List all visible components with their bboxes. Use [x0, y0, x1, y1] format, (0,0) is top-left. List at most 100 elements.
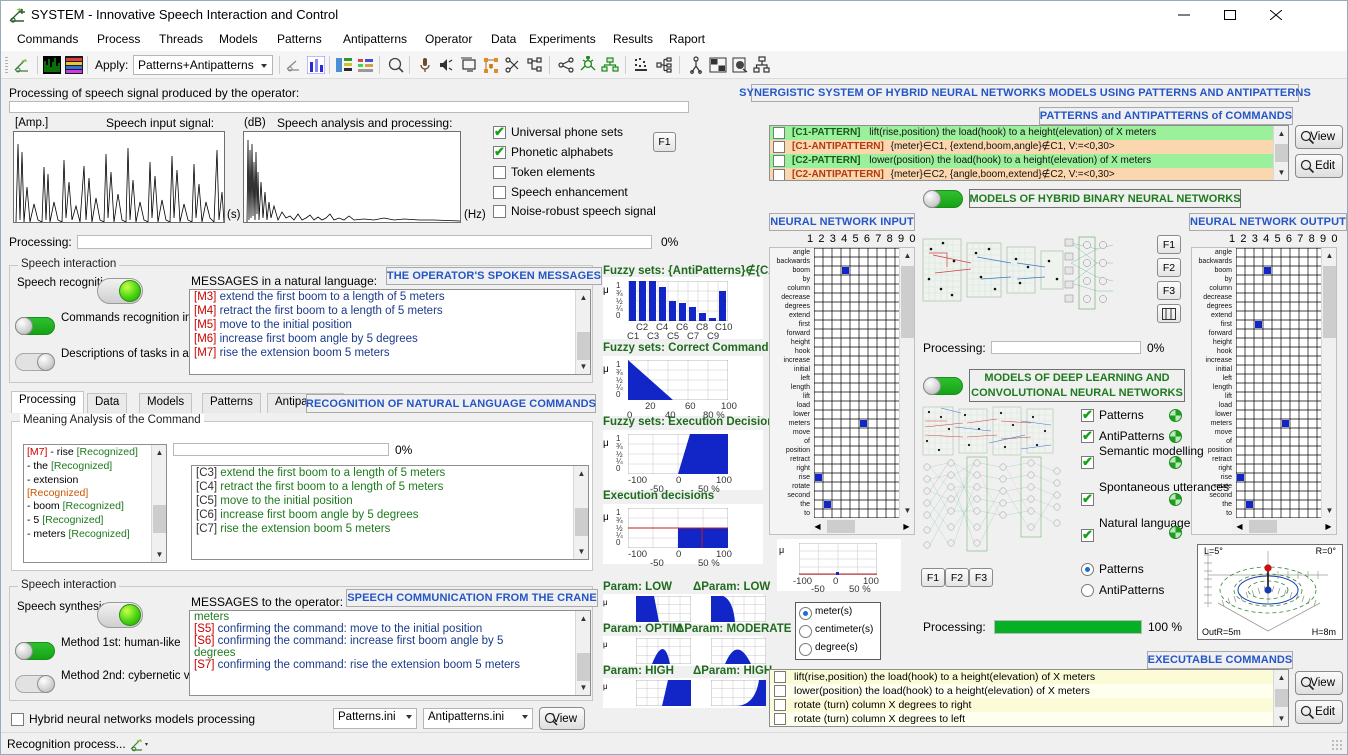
- menu-item-operator[interactable]: Operator: [419, 31, 478, 49]
- dl-natural-language-checkbox[interactable]: [1081, 527, 1094, 543]
- patterns-edit-button[interactable]: Edit: [1295, 154, 1343, 178]
- menu-item-models[interactable]: Models: [213, 31, 264, 49]
- resize-grip[interactable]: [1331, 739, 1343, 751]
- microphone-icon[interactable]: [416, 56, 434, 74]
- list-item[interactable]: [Recognized]: [24, 487, 166, 499]
- nn-input-grid-panel[interactable]: angle backwards boom by column decrease …: [769, 247, 915, 535]
- dl-spontaneous-utterances-checkbox[interactable]: [1081, 491, 1094, 507]
- scrollbar-vertical[interactable]: ▲ ▼: [151, 445, 166, 562]
- dl-patterns-checkbox[interactable]: [1081, 407, 1094, 423]
- list-item[interactable]: [M4] retract the first boom to a length …: [190, 304, 590, 318]
- list-item[interactable]: - meters [Recognized]: [24, 527, 166, 541]
- pattern-checkbox[interactable]: [773, 127, 785, 139]
- exec-command-checkbox[interactable]: [774, 671, 786, 683]
- menu-item-antipatterns[interactable]: Antipatterns: [337, 31, 413, 49]
- toolbar-grip[interactable]: [5, 57, 8, 73]
- exec-view-button[interactable]: View: [1295, 671, 1343, 695]
- scroll-down-icon[interactable]: ▼: [574, 544, 588, 559]
- method-human-like-toggle[interactable]: [15, 642, 55, 660]
- exec-command-checkbox[interactable]: [774, 685, 786, 697]
- f1-key-bottom[interactable]: F1: [921, 568, 945, 587]
- monitor-icon[interactable]: [460, 56, 478, 74]
- antipattern-row[interactable]: [C1-ANTIPATTERN] {meter}∈C1, {extend,boo…: [770, 140, 1288, 154]
- units-radio-group[interactable]: meter(s) centimeter(s) degree(s): [795, 602, 881, 660]
- view-ini-button[interactable]: View: [539, 707, 585, 730]
- scrollbar-vertical[interactable]: ▲ ▼: [1273, 126, 1288, 180]
- hybrid-binary-nn-toggle[interactable]: [923, 190, 963, 208]
- list-item[interactable]: - the [Recognized]: [24, 459, 166, 473]
- antipatterns-ini-select[interactable]: Antipatterns.ini: [423, 708, 533, 729]
- operator-messages-list[interactable]: [M3] extend the first boom to a length o…: [189, 289, 591, 375]
- speech-enhancement-checkbox[interactable]: [493, 186, 506, 199]
- bar-chart-icon[interactable]: [306, 55, 326, 75]
- scrollbar-thumb[interactable]: [827, 520, 855, 533]
- nn-output-matrix[interactable]: [1236, 248, 1326, 518]
- exec-command-checkbox[interactable]: [774, 699, 786, 711]
- menu-item-commands[interactable]: Commands: [11, 31, 84, 49]
- speech-synthesis-led-switch[interactable]: [97, 602, 143, 628]
- f1-help-key-left[interactable]: F1: [653, 132, 676, 152]
- sitemap-icon[interactable]: [753, 56, 771, 74]
- scroll-right-icon[interactable]: ▶: [1321, 519, 1336, 534]
- speaker-icon[interactable]: [438, 56, 456, 74]
- antipattern-row[interactable]: [C2-ANTIPATTERN] {meter}∈C2, {angle,boom…: [770, 168, 1288, 180]
- exec-command-row[interactable]: lift(rise,position) the load(hook) to a …: [770, 670, 1288, 684]
- menu-item-patterns[interactable]: Patterns: [271, 31, 328, 49]
- hybrid-models-checkbox[interactable]: [11, 713, 24, 726]
- tab-processing[interactable]: Processing: [11, 391, 84, 413]
- scrollbar-thumb[interactable]: [1249, 520, 1277, 533]
- scroll-down-icon[interactable]: ▼: [152, 547, 166, 562]
- status-crane-icon[interactable]: [129, 736, 149, 755]
- apply-mode-select[interactable]: Patterns+Antipatterns: [133, 55, 273, 75]
- antipattern-checkbox[interactable]: [773, 169, 785, 180]
- maximize-button[interactable]: [1209, 1, 1255, 29]
- menu-item-data[interactable]: Data: [485, 31, 522, 49]
- person-network-icon[interactable]: [687, 56, 705, 74]
- list-item[interactable]: [M7] rise the extension boom 5 meters: [190, 346, 590, 360]
- crane-tool-icon[interactable]: [13, 56, 31, 74]
- list-item[interactable]: [C6] increase first boom angle by 5 degr…: [192, 508, 588, 522]
- menu-item-threads[interactable]: Threads: [153, 31, 209, 49]
- scroll-down-icon[interactable]: ▼: [1274, 711, 1288, 726]
- scrollbar-vertical[interactable]: ▲ ▼: [1273, 670, 1288, 726]
- scrollbar-thumb[interactable]: [577, 332, 590, 360]
- list-item[interactable]: [C4] retract the first boom to a length …: [192, 480, 588, 494]
- graph-link-icon[interactable]: [557, 56, 575, 74]
- scroll-up-icon[interactable]: ▲: [152, 445, 166, 460]
- f2-key-top[interactable]: F2: [1157, 258, 1181, 277]
- f3-key-top[interactable]: F3: [1157, 281, 1181, 300]
- scroll-right-icon[interactable]: ▶: [899, 519, 914, 534]
- close-button[interactable]: [1255, 1, 1301, 29]
- scrollbar-thumb[interactable]: [1275, 689, 1288, 707]
- patterns-ini-select[interactable]: Patterns.ini: [333, 708, 417, 729]
- task-descriptions-toggle[interactable]: [15, 353, 55, 371]
- list-item[interactable]: [S5] confirming the command: move to the…: [190, 623, 590, 635]
- commands-recognition-toggle[interactable]: [15, 317, 55, 335]
- scroll-up-icon[interactable]: ▲: [1274, 126, 1288, 141]
- neural-hub-green-icon[interactable]: [579, 55, 597, 74]
- antipattern-table-icon[interactable]: [357, 56, 375, 74]
- phonetic-alphabets-checkbox[interactable]: [493, 144, 506, 160]
- list-item[interactable]: [S6] confirming the command: increase fi…: [190, 635, 590, 647]
- menu-item-process[interactable]: Process: [91, 31, 146, 49]
- panel-layout-icon-button[interactable]: [1157, 304, 1181, 323]
- scrollbar-thumb[interactable]: [1323, 266, 1336, 338]
- hierarchy-green-icon[interactable]: [601, 56, 619, 74]
- scroll-down-icon[interactable]: ▼: [900, 503, 915, 518]
- list-item[interactable]: [M6] increase first boom angle by 5 degr…: [190, 332, 590, 346]
- scroll-up-icon[interactable]: ▲: [576, 611, 590, 626]
- scrollbar-horizontal[interactable]: ◀ ▶: [1232, 519, 1336, 534]
- exec-command-row[interactable]: rotate (turn) column X degrees to right: [770, 698, 1288, 712]
- scroll-down-icon[interactable]: ▼: [1274, 165, 1288, 180]
- list-item[interactable]: [M7] - rise [Recognized]: [24, 445, 166, 459]
- scrollbar-vertical[interactable]: ▲ ▼: [573, 466, 588, 559]
- tab-data[interactable]: Data: [87, 393, 128, 413]
- speech-recognition-led-switch[interactable]: [97, 278, 143, 304]
- method-cybernetic-toggle[interactable]: [15, 675, 55, 693]
- scroll-down-icon[interactable]: ▼: [1322, 503, 1337, 518]
- tab-patterns[interactable]: Patterns: [202, 393, 261, 413]
- list-item[interactable]: [M5] move to the initial position: [190, 318, 590, 332]
- scroll-down-icon[interactable]: ▼: [576, 359, 590, 374]
- waveform-icon[interactable]: [43, 56, 61, 74]
- f3-key-bottom[interactable]: F3: [969, 568, 993, 587]
